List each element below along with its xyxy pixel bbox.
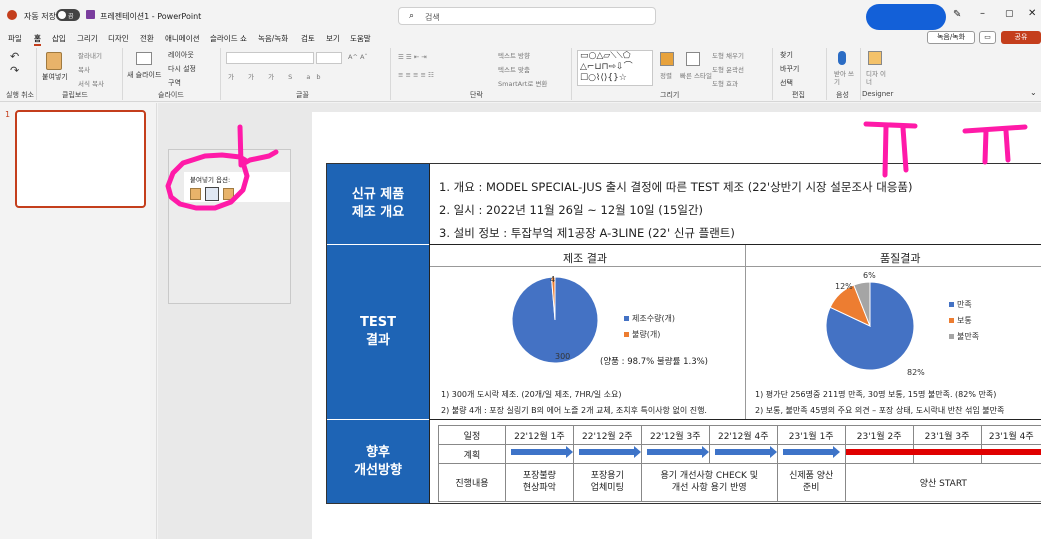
annotation-mark-2: [962, 124, 1028, 165]
handwritten-annotation-overlay: [165, 121, 1028, 211]
annotation-circle: [165, 124, 279, 211]
annotation-mark-1: [863, 121, 918, 178]
